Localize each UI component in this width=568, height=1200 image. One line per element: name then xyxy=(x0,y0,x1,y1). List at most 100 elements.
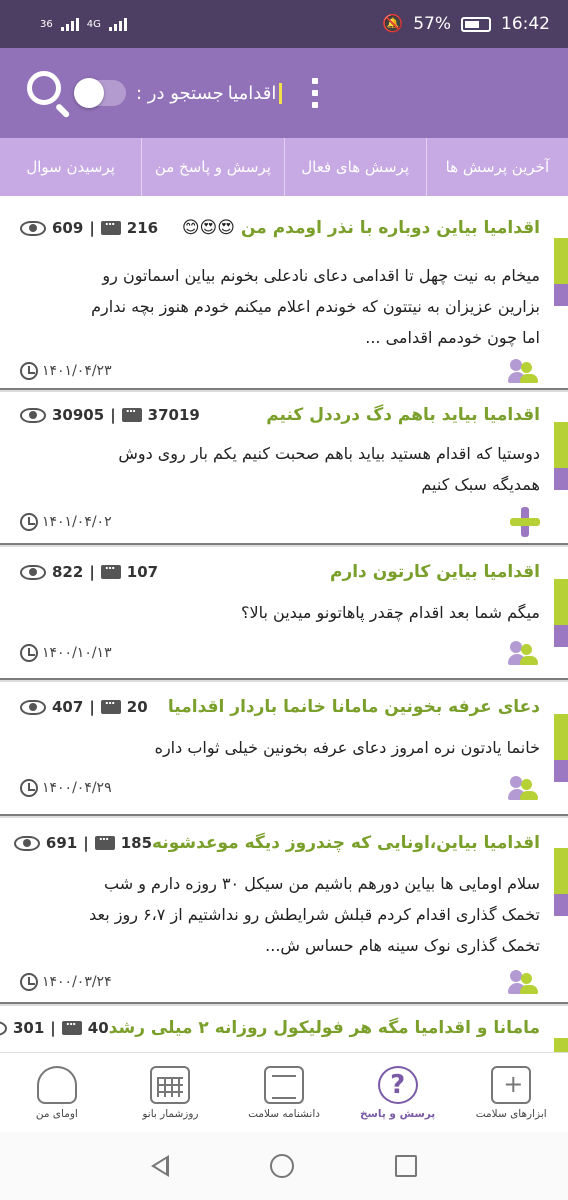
view-count: 30905 xyxy=(52,406,105,424)
question-body-line: میگم شما بعد اقدام چقدر پاهاتونو میدین ب… xyxy=(241,603,540,622)
question-stats: 691 | 185 xyxy=(13,830,153,852)
question-date: ۱۴۰۰/۰۴/۲۹ xyxy=(20,779,112,797)
card-header: اقدامیا بیاین،اونایی که چندروز دیگه موعد… xyxy=(13,818,540,868)
question-card[interactable]: دعای عرفه بخونین مامانا خانما باردار اقد… xyxy=(0,682,568,816)
health-kit-icon xyxy=(491,1065,532,1104)
question-title[interactable]: اقدامیا بیاید باهم دگ درددل کنیم xyxy=(266,405,540,425)
stats-divider: | xyxy=(50,1019,56,1037)
stats-divider: | xyxy=(83,834,89,852)
nav-questions[interactable]: ? پرسش و پاسخ xyxy=(341,1053,455,1132)
question-date: ۱۴۰۰/۱۰/۱۳ xyxy=(20,644,112,662)
comment-count: 185 xyxy=(120,834,153,852)
view-count: 407 xyxy=(52,698,84,716)
question-title[interactable]: اقدامیا بیاین دوباره با نذر اومدم من xyxy=(241,218,540,238)
card-header: اقدامیا بیاین دوباره با نذر اومدم من 😍😍😊… xyxy=(20,196,540,260)
search-scope-toggle[interactable] xyxy=(74,78,126,108)
recent-apps-icon[interactable] xyxy=(395,1155,418,1177)
search-icon xyxy=(27,71,61,105)
tab-latest-questions[interactable]: آخرین پرسش ها xyxy=(425,138,568,196)
search-scope: اقدامیا جستجو در : xyxy=(74,70,544,116)
card-header: اقدامیا بیاید باهم دگ درددل کنیم 30905 |… xyxy=(20,392,540,438)
nav-profile[interactable]: اومای من xyxy=(0,1053,114,1132)
profile-icon xyxy=(36,1065,77,1104)
card-header: اقدامیا بیاین کارتون دارم 822 | 107 xyxy=(20,547,540,597)
more-menu-icon[interactable] xyxy=(308,70,322,116)
search-button[interactable] xyxy=(24,68,74,119)
stripe-purple xyxy=(554,468,568,490)
comment-icon xyxy=(61,1015,82,1035)
status-right: 🔕 57% 16:42 xyxy=(382,14,550,34)
nav-encyclopedia[interactable]: دانشنامه سلامت xyxy=(227,1053,341,1132)
stripe-green xyxy=(554,1038,568,1052)
view-count: 301 xyxy=(12,1019,45,1037)
bottom-navigation: ابزارهای سلامت ? پرسش و پاسخ دانشنامه سل… xyxy=(0,1052,568,1132)
question-title[interactable]: اقدامیا بیاین کارتون دارم xyxy=(330,562,540,582)
view-count: 691 xyxy=(45,834,78,852)
question-body-line: تخمک گذاری اقدام کردم قبلش شرایطش رو ندا… xyxy=(89,905,540,924)
stripe-purple xyxy=(554,625,568,647)
question-list[interactable]: اقدامیا بیاین دوباره با نذر اومدم من 😍😍😊… xyxy=(0,196,568,1052)
nav-label: اومای من xyxy=(35,1107,78,1120)
nav-label: روزشمار بانو xyxy=(142,1107,199,1120)
comment-count: 107 xyxy=(126,563,159,581)
card-header: دعای عرفه بخونین مامانا خانما باردار اقد… xyxy=(20,682,540,732)
question-body-line: دوستیا که اقدام هستید بیاید باهم صحبت کن… xyxy=(118,444,540,463)
question-card[interactable]: اقدامیا بیاید باهم دگ درددل کنیم 30905 |… xyxy=(0,392,568,545)
question-stats: 822 | 107 xyxy=(20,559,159,581)
stripe-green xyxy=(554,422,568,468)
search-scope-value[interactable]: اقدامیا xyxy=(228,82,283,104)
question-body: دوستیا که اقدام هستید بیاید باهم صحبت کن… xyxy=(20,438,540,500)
view-count: 609 xyxy=(52,219,84,237)
clock-icon xyxy=(20,362,38,380)
nav-calendar[interactable]: روزشمار بانو xyxy=(114,1053,228,1132)
app-header: اقدامیا جستجو در : xyxy=(0,48,568,138)
clock-icon xyxy=(20,779,38,797)
question-tabs: آخرین پرسش ها پرسش های فعال پرسش و پاسخ … xyxy=(0,138,568,196)
question-stats: 301 | 40 xyxy=(0,1015,109,1037)
comment-count: 37019 xyxy=(147,406,200,424)
comment-count: 20 xyxy=(126,698,148,716)
comment-count: 216 xyxy=(126,219,159,237)
card-footer: ۱۴۰۱/۰۴/۰۲ xyxy=(20,500,540,544)
comment-count: 40 xyxy=(87,1019,109,1037)
question-body-line: میخام به نیت چهل تا اقدامی دعای نادعلی ب… xyxy=(102,266,540,285)
question-card[interactable]: اقدامیا بیاین،اونایی که چندروز دیگه موعد… xyxy=(0,818,568,1004)
question-title[interactable]: مامانا و اقدامیا مگه هر فولیکول روزانه ۲… xyxy=(109,1018,540,1038)
users-icon xyxy=(508,969,540,995)
comment-icon xyxy=(100,559,121,579)
question-body: خانما یادتون نره امروز دعای عرفه بخونین … xyxy=(20,732,540,763)
question-card[interactable]: اقدامیا بیاین دوباره با نذر اومدم من 😍😍😊… xyxy=(0,196,568,390)
question-card[interactable]: اقدامیا بیاین کارتون دارم 822 | 107 میگم… xyxy=(0,547,568,680)
clock-time: 16:42 xyxy=(501,14,550,34)
eye-icon xyxy=(20,407,46,423)
card-header: مامانا و اقدامیا مگه هر فولیکول روزانه ۲… xyxy=(0,1006,540,1050)
stripe-green xyxy=(554,579,568,625)
eye-icon xyxy=(13,835,40,851)
signal-icon-2 xyxy=(108,17,127,31)
stripe-purple xyxy=(554,284,568,306)
battery-percent: 57% xyxy=(413,14,451,34)
tab-my-questions[interactable]: پرسش و پاسخ من xyxy=(141,138,283,196)
question-body-line: بزارین عزیزان به نیتتون که خوندم اعلام م… xyxy=(91,297,540,316)
comment-icon xyxy=(94,830,115,850)
stripe-purple xyxy=(554,894,568,916)
search-icon-handle xyxy=(54,102,71,119)
question-title[interactable]: دعای عرفه بخونین مامانا خانما باردار اقد… xyxy=(168,697,540,717)
question-date: ۱۴۰۱/۰۴/۲۳ xyxy=(20,362,112,380)
tab-ask-question[interactable]: پرسیدن سوال xyxy=(0,138,141,196)
question-card[interactable]: مامانا و اقدامیا مگه هر فولیکول روزانه ۲… xyxy=(0,1006,568,1052)
users-icon xyxy=(508,358,540,384)
nav-health-tools[interactable]: ابزارهای سلامت xyxy=(454,1053,568,1132)
stats-divider: | xyxy=(89,219,95,237)
question-icon: ? xyxy=(377,1065,418,1104)
stats-divider: | xyxy=(89,563,95,581)
question-title-wrap: اقدامیا بیاین دوباره با نذر اومدم من 😍😍😊 xyxy=(182,218,540,238)
tab-active-questions[interactable]: پرسش های فعال xyxy=(283,138,426,196)
back-icon[interactable] xyxy=(150,1155,169,1177)
comment-icon xyxy=(100,694,121,714)
eye-icon xyxy=(20,699,46,715)
home-icon[interactable] xyxy=(269,1154,294,1178)
question-body-line: سلام اومایی ها بیاین دورهم باشیم من سیکل… xyxy=(103,874,540,893)
question-body-line: همدیگه سبک کنیم xyxy=(421,475,540,494)
question-title[interactable]: اقدامیا بیاین،اونایی که چندروز دیگه موعد… xyxy=(152,833,540,853)
